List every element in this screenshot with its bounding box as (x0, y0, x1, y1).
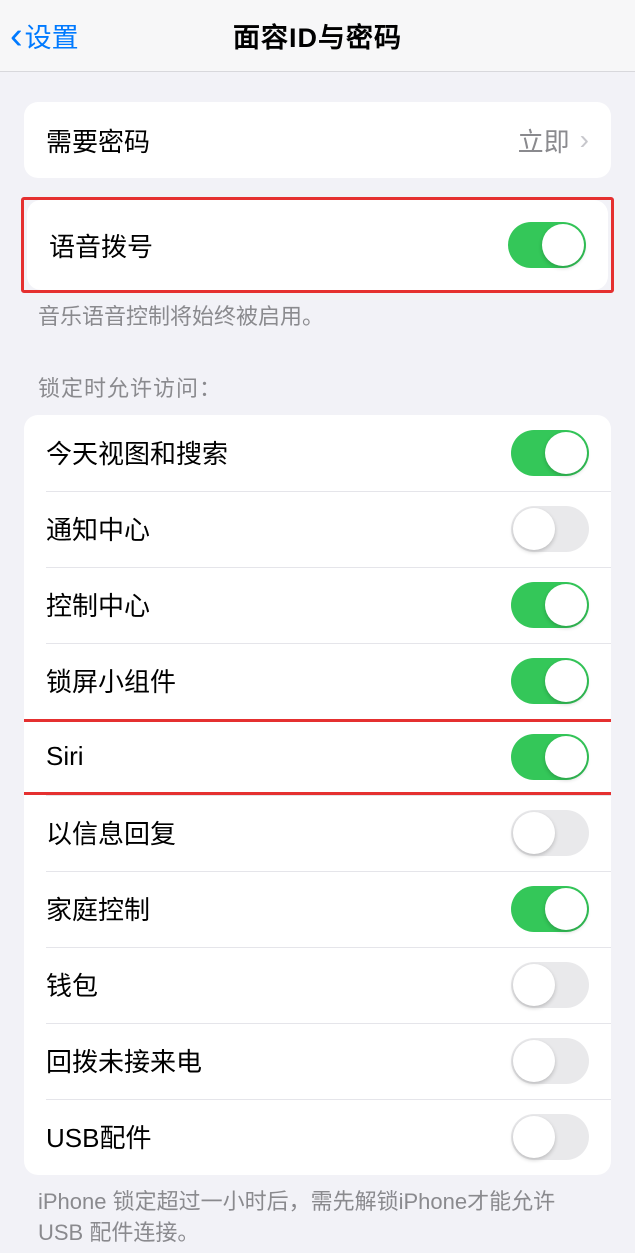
voice-dial-label: 语音拨号 (49, 227, 153, 264)
notification-center-toggle[interactable] (511, 506, 589, 552)
voice-dial-group: 语音拨号 (27, 200, 608, 290)
control-center-toggle[interactable] (511, 582, 589, 628)
require-passcode-row[interactable]: 需要密码 立即 › (24, 102, 611, 178)
reply-message-row: 以信息回复 (24, 795, 611, 871)
usb-accessories-label: USB配件 (46, 1118, 151, 1155)
voice-dial-footer: 音乐语音控制将始终被启用。 (0, 290, 635, 333)
require-passcode-value: 立即 › (518, 122, 589, 159)
page-title: 面容ID与密码 (233, 16, 402, 55)
control-center-label: 控制中心 (46, 586, 150, 623)
callback-toggle[interactable] (511, 1038, 589, 1084)
chevron-right-icon: › (580, 124, 589, 156)
require-passcode-group: 需要密码 立即 › (24, 102, 611, 178)
usb-accessories-toggle[interactable] (511, 1114, 589, 1160)
usb-footer: iPhone 锁定超过一小时后，需先解锁iPhone才能允许USB 配件连接。 (0, 1175, 635, 1249)
lockscreen-widgets-label: 锁屏小组件 (46, 662, 176, 699)
wallet-label: 钱包 (46, 966, 98, 1003)
lockscreen-widgets-row: 锁屏小组件 (24, 643, 611, 719)
voice-dial-highlight: 语音拨号 (21, 197, 614, 293)
voice-dial-toggle[interactable] (508, 222, 586, 268)
home-control-label: 家庭控制 (46, 890, 150, 927)
lockscreen-widgets-toggle[interactable] (511, 658, 589, 704)
require-passcode-label: 需要密码 (46, 122, 150, 159)
callback-row: 回拨未接来电 (24, 1023, 611, 1099)
wallet-toggle[interactable] (511, 962, 589, 1008)
today-view-label: 今天视图和搜索 (46, 434, 228, 471)
home-control-toggle[interactable] (511, 886, 589, 932)
today-view-row: 今天视图和搜索 (24, 415, 611, 491)
usb-accessories-row: USB配件 (24, 1099, 611, 1175)
control-center-row: 控制中心 (24, 567, 611, 643)
back-label: 设置 (25, 16, 79, 55)
today-view-toggle[interactable] (511, 430, 589, 476)
locked-access-group: 今天视图和搜索 通知中心 控制中心 锁屏小组件 Siri 以信息回复 家庭控制 (24, 415, 611, 1175)
back-button[interactable]: ‹ 设置 (0, 16, 79, 55)
reply-message-toggle[interactable] (511, 810, 589, 856)
callback-label: 回拨未接来电 (46, 1042, 202, 1079)
locked-access-header: 锁定时允许访问： (0, 333, 635, 415)
siri-row: Siri (24, 719, 611, 795)
chevron-left-icon: ‹ (10, 17, 23, 55)
siri-label: Siri (46, 741, 84, 772)
notification-center-label: 通知中心 (46, 510, 150, 547)
wallet-row: 钱包 (24, 947, 611, 1023)
home-control-row: 家庭控制 (24, 871, 611, 947)
reply-message-label: 以信息回复 (46, 814, 176, 851)
voice-dial-row: 语音拨号 (27, 200, 608, 290)
siri-toggle[interactable] (511, 734, 589, 780)
nav-header: ‹ 设置 面容ID与密码 (0, 0, 635, 72)
notification-center-row: 通知中心 (24, 491, 611, 567)
